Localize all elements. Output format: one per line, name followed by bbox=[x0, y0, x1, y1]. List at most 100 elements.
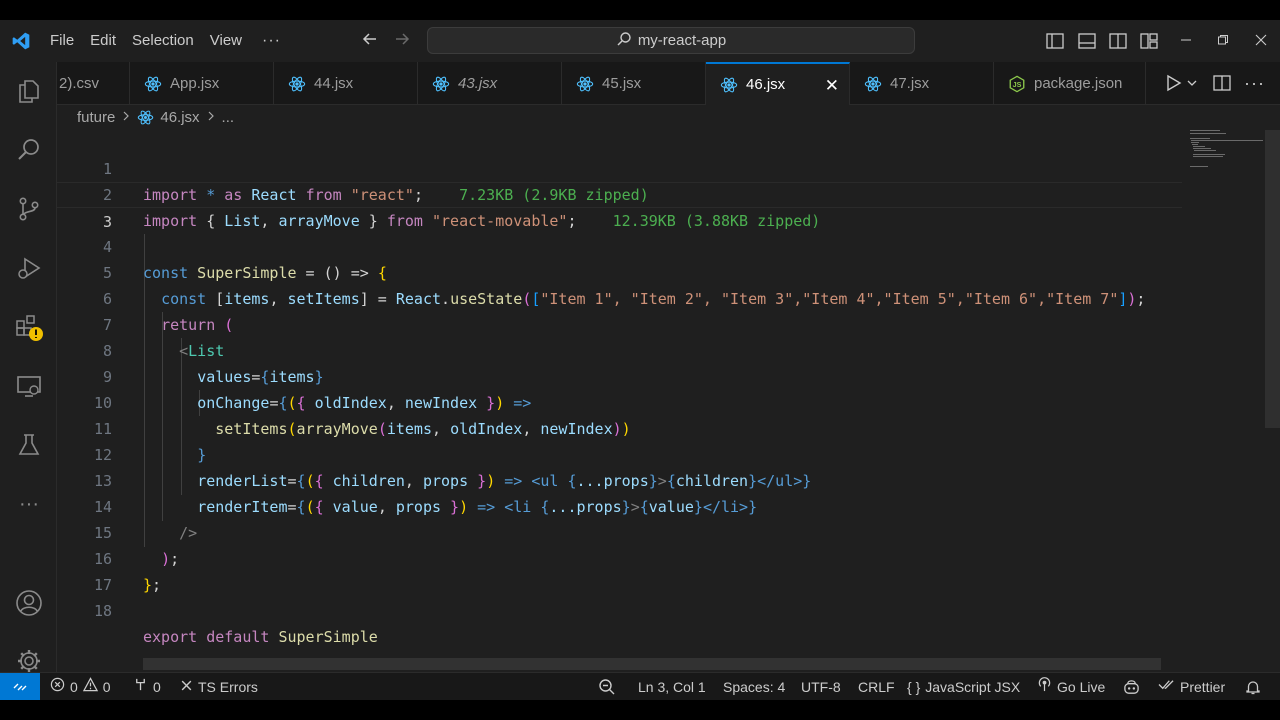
search-sidebar-icon[interactable] bbox=[14, 135, 44, 165]
tab-label: App.jsx bbox=[170, 75, 220, 92]
code-line: 17 bbox=[93, 576, 112, 594]
prettier-label: Prettier bbox=[1180, 679, 1226, 695]
breadcrumb: future 46.jsx ... bbox=[77, 106, 234, 128]
run-dropdown-chevron-icon[interactable] bbox=[1186, 73, 1198, 95]
bottom-letterbox bbox=[0, 700, 1280, 720]
back-arrow-icon[interactable] bbox=[359, 30, 381, 52]
zoom-icon[interactable] bbox=[598, 677, 616, 697]
accounts-icon[interactable] bbox=[14, 588, 44, 618]
indentation[interactable]: Spaces: 4 bbox=[723, 677, 785, 697]
tab-label: 47.jsx bbox=[890, 75, 930, 92]
ts-errors-label: TS Errors bbox=[198, 679, 258, 695]
go-live-button[interactable]: Go Live bbox=[1037, 677, 1105, 697]
editor-tabs: 2).csv App.jsx 44.jsx 43.jsx 45.jsx 46.j… bbox=[57, 62, 1280, 105]
split-editor-icon[interactable] bbox=[1212, 73, 1232, 95]
remote-indicator-icon[interactable] bbox=[0, 673, 40, 700]
menu-edit[interactable]: Edit bbox=[82, 28, 124, 54]
code-line: 12 renderList={({ children, props }) => … bbox=[93, 446, 812, 490]
breadcrumb-more[interactable]: ... bbox=[222, 109, 235, 126]
code-line: 14 /> bbox=[93, 498, 198, 542]
explorer-icon[interactable] bbox=[14, 76, 44, 106]
prettier-button[interactable]: Prettier bbox=[1158, 677, 1225, 697]
braces-icon: { } bbox=[907, 679, 921, 695]
code-line: 18 export default SuperSimple bbox=[93, 602, 378, 646]
tab-43-jsx[interactable]: 43.jsx bbox=[418, 62, 562, 105]
toggle-secondary-sidebar-icon[interactable] bbox=[1108, 31, 1128, 51]
breadcrumb-folder[interactable]: future bbox=[77, 109, 115, 126]
menu-more-button[interactable]: ··· bbox=[250, 28, 293, 54]
tab-label: 2).csv bbox=[59, 75, 100, 92]
vertical-scrollbar[interactable] bbox=[1265, 130, 1280, 428]
extensions-warning-icon[interactable] bbox=[14, 312, 44, 342]
customize-layout-icon[interactable] bbox=[1139, 31, 1159, 51]
svg-text:JS: JS bbox=[1013, 80, 1022, 89]
tab-44-jsx[interactable]: 44.jsx bbox=[274, 62, 418, 105]
language-mode[interactable]: { } JavaScript JSX bbox=[907, 677, 1020, 697]
cursor-position[interactable]: Ln 3, Col 1 bbox=[638, 677, 706, 697]
remote-explorer-icon[interactable] bbox=[14, 371, 44, 401]
menu-view[interactable]: View bbox=[202, 28, 250, 54]
more-views-icon[interactable]: ··· bbox=[14, 489, 44, 519]
ports-indicator[interactable]: 0 bbox=[133, 677, 161, 697]
menu-file[interactable]: File bbox=[42, 28, 82, 54]
forward-arrow-icon[interactable] bbox=[391, 30, 413, 52]
close-tab-icon[interactable]: ✕ bbox=[825, 76, 839, 96]
horizontal-scrollbar[interactable] bbox=[143, 658, 1161, 670]
tab-package-json[interactable]: JS package.json bbox=[994, 62, 1146, 105]
double-check-icon bbox=[1158, 677, 1175, 697]
broadcast-icon bbox=[1037, 677, 1052, 697]
tab-45-jsx[interactable]: 45.jsx bbox=[562, 62, 706, 105]
react-icon bbox=[432, 75, 450, 93]
activity-bar: ··· bbox=[0, 62, 57, 672]
run-debug-icon[interactable] bbox=[14, 253, 44, 283]
code-editor[interactable]: 1 import * as React from "react"; 7.23KB… bbox=[57, 130, 1182, 655]
minimap[interactable] bbox=[1182, 128, 1264, 168]
copilot-icon[interactable] bbox=[1123, 677, 1140, 697]
tab-label: 46.jsx bbox=[746, 76, 786, 93]
tab-app-jsx[interactable]: App.jsx bbox=[130, 62, 274, 105]
restore-icon[interactable] bbox=[1212, 30, 1234, 52]
nodejs-icon: JS bbox=[1008, 75, 1026, 93]
ts-errors-indicator[interactable]: TS Errors bbox=[180, 677, 258, 697]
command-center-search[interactable]: my-react-app bbox=[427, 27, 915, 54]
toggle-primary-sidebar-icon[interactable] bbox=[1045, 31, 1065, 51]
code-line: 15 ); bbox=[93, 524, 180, 568]
testing-icon[interactable] bbox=[14, 430, 44, 460]
tab-46-jsx[interactable]: 46.jsx ✕ bbox=[706, 62, 850, 105]
code-line: 4 const SuperSimple = () => { bbox=[102, 238, 387, 282]
tab-label: 45.jsx bbox=[602, 75, 642, 92]
source-control-icon[interactable] bbox=[14, 194, 44, 224]
code-line: 1 import * as React from "react"; 7.23KB… bbox=[102, 160, 649, 204]
code-line: 5 const [items, setItems] = React.useSta… bbox=[102, 264, 1146, 308]
problems-indicator[interactable]: 0 0 bbox=[50, 677, 111, 697]
notifications-bell-icon[interactable] bbox=[1245, 677, 1261, 697]
breadcrumb-file[interactable]: 46.jsx bbox=[160, 109, 199, 126]
minimize-icon[interactable] bbox=[1175, 30, 1197, 52]
code-line: 11 } bbox=[93, 420, 207, 464]
code-line: 13 renderItem={({ value, props }) => <li… bbox=[93, 472, 758, 516]
react-icon bbox=[864, 75, 882, 93]
encoding[interactable]: UTF-8 bbox=[801, 677, 841, 697]
tab-csv[interactable]: 2).csv bbox=[57, 62, 130, 105]
go-live-label: Go Live bbox=[1057, 679, 1106, 695]
code-line-current: 3 bbox=[57, 182, 1182, 231]
line-ending[interactable]: CRLF bbox=[858, 677, 895, 697]
toggle-panel-icon[interactable] bbox=[1077, 31, 1097, 51]
tab-47-jsx[interactable]: 47.jsx bbox=[850, 62, 994, 105]
menu-selection[interactable]: Selection bbox=[124, 28, 202, 54]
more-actions-icon[interactable]: ··· bbox=[1244, 73, 1265, 95]
react-icon bbox=[288, 75, 306, 93]
warning-count: 0 bbox=[102, 679, 111, 695]
react-icon bbox=[144, 75, 162, 93]
chevron-right-icon bbox=[206, 109, 216, 126]
chevron-right-icon bbox=[121, 109, 131, 126]
code-line: 2 import { List, arrayMove } from "react… bbox=[102, 186, 821, 230]
react-icon bbox=[720, 76, 738, 94]
tab-label: 44.jsx bbox=[314, 75, 354, 92]
code-line: 7 <List bbox=[102, 316, 225, 360]
vscode-logo-icon bbox=[0, 20, 42, 62]
ports-count: 0 bbox=[153, 679, 161, 695]
close-window-icon[interactable] bbox=[1250, 30, 1272, 52]
run-icon[interactable] bbox=[1165, 73, 1183, 95]
status-bar: 0 0 0 TS Errors Ln 3, Col 1 Spaces: 4 UT… bbox=[0, 672, 1280, 700]
